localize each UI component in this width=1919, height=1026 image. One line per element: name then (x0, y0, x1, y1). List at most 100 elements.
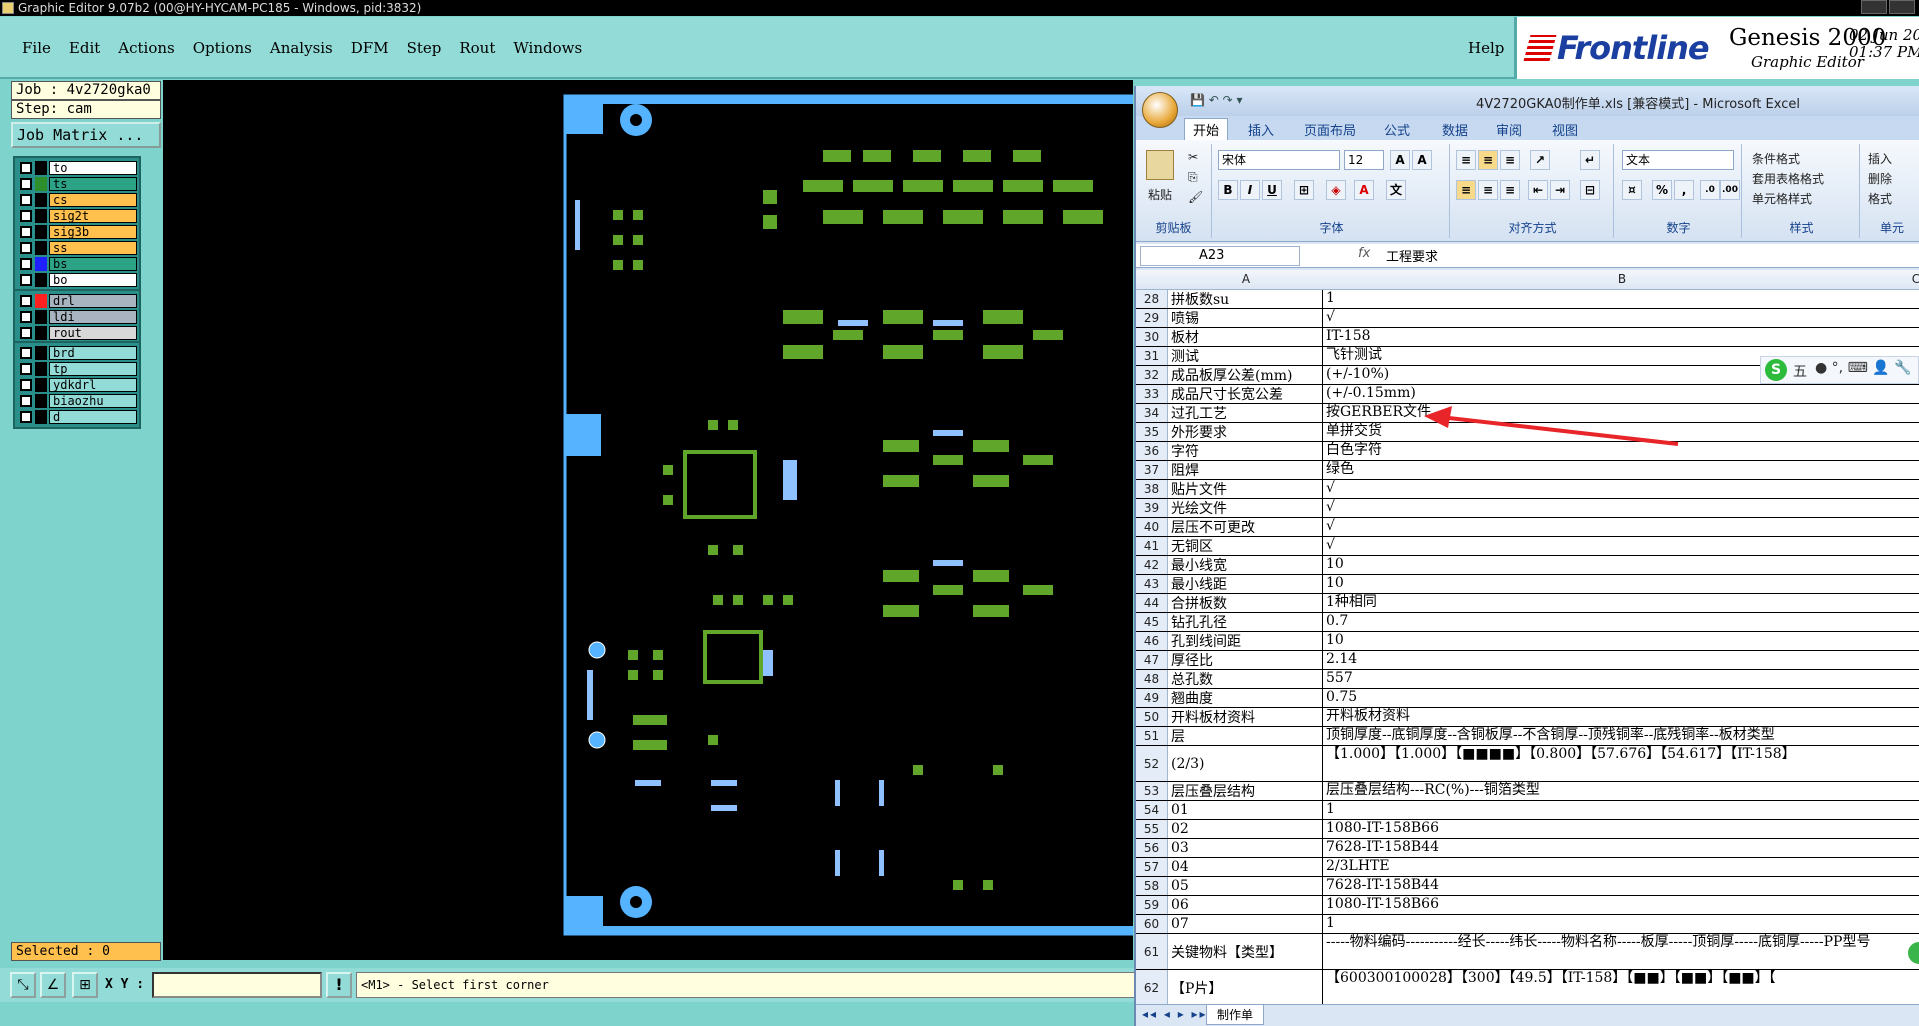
cell-a[interactable]: 测试 (1169, 347, 1323, 365)
layer-row-d[interactable]: d (17, 409, 137, 425)
layer-name[interactable]: brd (49, 346, 137, 360)
paste-label[interactable]: 粘贴 (1148, 186, 1172, 203)
cell-a[interactable]: 钻孔孔径 (1169, 613, 1323, 631)
menu-edit[interactable]: Edit (69, 39, 100, 57)
row-header[interactable]: 60 (1136, 915, 1168, 933)
cell-a[interactable]: 翘曲度 (1169, 689, 1323, 707)
table-format-button[interactable]: 套用表格格式 (1752, 170, 1824, 187)
layer-name[interactable]: bo (49, 273, 137, 287)
cell-b[interactable]: 绿色 (1324, 461, 1919, 479)
cell-a[interactable]: 05 (1169, 877, 1323, 895)
cell-a[interactable]: 无铜区 (1169, 537, 1323, 555)
layer-color-swatch[interactable] (35, 225, 47, 239)
cell-a[interactable]: 阻焊 (1169, 461, 1323, 479)
graphic-canvas[interactable] (163, 80, 1133, 960)
comma-icon[interactable]: , (1674, 180, 1694, 200)
cell-a[interactable]: 01 (1169, 801, 1323, 819)
fx-icon[interactable]: fx (1358, 246, 1370, 261)
column-header-a[interactable]: A (1169, 272, 1323, 286)
zoom-area-icon[interactable]: ⤡ (10, 972, 36, 998)
cell-a[interactable]: 开料板材资料 (1169, 708, 1323, 726)
font-name-select[interactable]: 宋体 (1218, 150, 1340, 170)
layer-row-ts[interactable]: ts (17, 176, 137, 192)
layer-name[interactable]: ydkdrl (49, 378, 137, 392)
cell-b[interactable]: 1种相同 (1324, 594, 1919, 612)
exclamation-button[interactable]: ! (326, 972, 352, 998)
name-box[interactable]: A23 (1140, 246, 1300, 266)
bold-icon[interactable]: B (1218, 180, 1238, 200)
layer-name[interactable]: drl (49, 294, 137, 308)
menu-windows[interactable]: Windows (513, 39, 582, 57)
cell-b[interactable]: 7628-IT-158B44 (1324, 877, 1919, 895)
cell-a[interactable]: 关键物料【类型】 (1169, 934, 1323, 969)
currency-icon[interactable]: ¤ (1622, 180, 1642, 200)
menu-options[interactable]: Options (193, 39, 252, 57)
cell-b[interactable]: 7628-IT-158B44 (1324, 839, 1919, 857)
tab-page-layout[interactable]: 页面布局 (1304, 120, 1356, 139)
layer-checkbox[interactable] (20, 363, 32, 375)
layer-checkbox[interactable] (20, 311, 32, 323)
cell-a[interactable]: 合拼板数 (1169, 594, 1323, 612)
format-painter-icon[interactable]: 🖌 (1188, 190, 1203, 204)
layer-row-to[interactable]: to (17, 160, 137, 176)
cell-a[interactable]: 字符 (1169, 442, 1323, 460)
row-header[interactable]: 38 (1136, 480, 1168, 498)
layer-color-swatch[interactable] (35, 273, 47, 287)
font-color-icon[interactable]: A (1354, 180, 1374, 200)
cell-a[interactable]: 喷锡 (1169, 309, 1323, 327)
cell-a[interactable]: 孔到线间距 (1169, 632, 1323, 650)
layer-checkbox[interactable] (20, 411, 32, 423)
cell-a[interactable]: 06 (1169, 896, 1323, 914)
row-header[interactable]: 49 (1136, 689, 1168, 707)
fill-color-icon[interactable]: ◈ (1326, 180, 1346, 200)
percent-icon[interactable]: % (1652, 180, 1672, 200)
cell-b[interactable]: 层压叠层结构---RC(%)---铜箔类型 (1324, 782, 1919, 800)
layer-checkbox[interactable] (20, 162, 32, 174)
menu-step[interactable]: Step (407, 39, 442, 57)
cell-b[interactable]: 白色字符 (1324, 442, 1919, 460)
cell-b[interactable]: 2.14 (1324, 651, 1919, 669)
decrease-indent-icon[interactable]: ⇤ (1528, 180, 1548, 200)
row-header[interactable]: 35 (1136, 423, 1168, 441)
layer-checkbox[interactable] (20, 210, 32, 222)
format-cells-button[interactable]: 格式 (1868, 190, 1892, 207)
cell-a[interactable]: 层 (1169, 727, 1323, 745)
cell-b[interactable]: -----物料编码-----------经长-----纬长-----物料名称--… (1324, 934, 1919, 969)
layer-color-swatch[interactable] (35, 326, 47, 340)
cell-b[interactable]: IT-158 (1324, 328, 1919, 346)
cell-b[interactable]: 10 (1324, 575, 1919, 593)
cell-b[interactable]: (+/-0.15mm) (1324, 385, 1919, 403)
layer-row-biaozhu[interactable]: biaozhu (17, 393, 137, 409)
cell-styles-button[interactable]: 单元格样式 (1752, 190, 1812, 207)
layer-name[interactable]: to (49, 161, 137, 175)
cell-b[interactable]: 顶铜厚度--底铜厚度--含铜板厚--不含铜厚--顶残铜率--底残铜率--板材类型 (1324, 727, 1919, 745)
sheet-nav-icon[interactable]: ◂◂ ◂ ▸ ▸▸ (1142, 1007, 1208, 1021)
cell-a[interactable]: 贴片文件 (1169, 480, 1323, 498)
layer-row-brd[interactable]: brd (17, 345, 137, 361)
cell-b[interactable]: 开料板材资料 (1324, 708, 1919, 726)
row-header[interactable]: 33 (1136, 385, 1168, 403)
grid-snap-icon[interactable]: ⊞ (72, 972, 98, 998)
cell-a[interactable]: 层压不可更改 (1169, 518, 1323, 536)
cell-b[interactable]: √ (1324, 499, 1919, 517)
layer-checkbox[interactable] (20, 242, 32, 254)
layer-color-swatch[interactable] (35, 346, 47, 360)
row-header[interactable]: 57 (1136, 858, 1168, 876)
phonetic-icon[interactable]: 文 (1386, 180, 1406, 200)
cell-a[interactable]: 成品板厚公差(mm) (1169, 366, 1323, 384)
align-left-icon[interactable]: ≡ (1456, 180, 1476, 200)
layer-color-swatch[interactable] (35, 378, 47, 392)
paste-icon[interactable] (1146, 150, 1174, 180)
row-header[interactable]: 48 (1136, 670, 1168, 688)
cut-icon[interactable]: ✂ (1188, 150, 1198, 164)
cell-b[interactable]: 1080-IT-158B66 (1324, 820, 1919, 838)
cell-b[interactable]: √ (1324, 537, 1919, 555)
layer-row-bo[interactable]: bo (17, 272, 137, 288)
cell-b[interactable]: 按GERBER文件 (1324, 404, 1919, 422)
formula-input[interactable]: 工程要求 (1386, 246, 1438, 265)
layer-color-swatch[interactable] (35, 241, 47, 255)
cell-b[interactable]: √ (1324, 480, 1919, 498)
cell-b[interactable]: 单拼交货 (1324, 423, 1919, 441)
layer-name[interactable]: tp (49, 362, 137, 376)
row-header[interactable]: 41 (1136, 537, 1168, 555)
